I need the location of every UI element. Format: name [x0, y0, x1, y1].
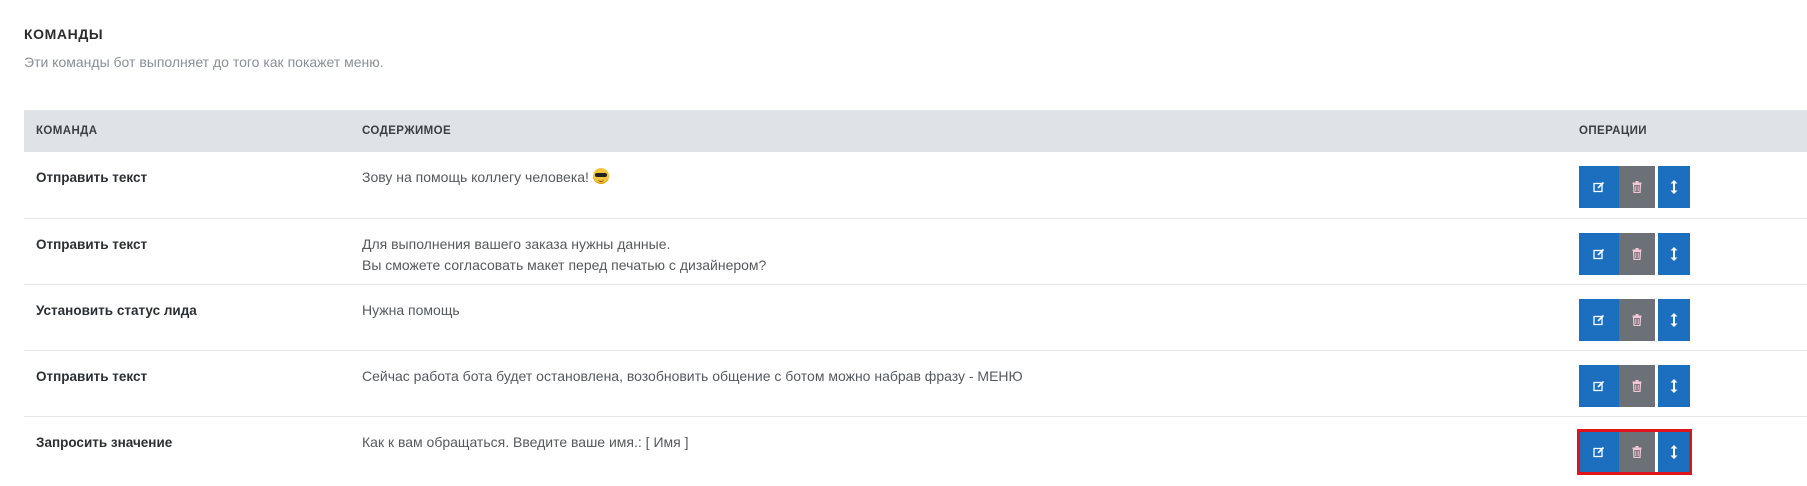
trash-icon — [1632, 445, 1642, 458]
arrows-vertical-icon — [1670, 444, 1678, 459]
content-text: Сейчас работа бота будет остановлена, во… — [362, 367, 1023, 384]
trash-icon — [1632, 247, 1642, 260]
move-handle-button[interactable] — [1658, 166, 1690, 208]
table-row: Установить статус лида Нужна помощь — [24, 284, 1807, 350]
edit-button[interactable] — [1579, 430, 1619, 473]
delete-button[interactable] — [1619, 298, 1655, 341]
operations-cell — [1567, 416, 1807, 482]
trash-icon — [1632, 379, 1642, 392]
command-name: Установить статус лида — [36, 302, 197, 318]
edit-button[interactable] — [1579, 166, 1619, 208]
operations-button-group — [1579, 166, 1690, 208]
table-row: Отправить текст Зову на помощь коллегу че… — [24, 152, 1807, 218]
table-row: Отправить текст Сейчас работа бота будет … — [24, 350, 1807, 416]
command-content: Как к вам обращаться. Введите ваше имя.:… — [350, 416, 1567, 482]
header-operations: ОПЕРАЦИИ — [1579, 125, 1647, 137]
operations-button-group — [1579, 232, 1690, 275]
command-name: Отправить текст — [36, 236, 148, 252]
delete-button[interactable] — [1619, 364, 1655, 407]
delete-button[interactable] — [1619, 232, 1655, 275]
move-handle-button[interactable] — [1658, 232, 1690, 275]
edit-button[interactable] — [1579, 364, 1619, 407]
content-line: Как к вам обращаться. Введите ваше имя.:… — [362, 432, 1555, 453]
operations-cell — [1567, 152, 1807, 218]
command-content: Сейчас работа бота будет остановлена, во… — [350, 350, 1567, 416]
edit-button[interactable] — [1579, 298, 1619, 341]
content-line: Для выполнения вашего заказа нужны данны… — [362, 234, 1555, 255]
command-name: Отправить текст — [36, 170, 148, 185]
operations-button-group — [1579, 364, 1690, 407]
move-handle-button[interactable] — [1658, 364, 1690, 407]
content-text: Зову на помощь коллегу человека! — [362, 169, 589, 185]
edit-button[interactable] — [1579, 232, 1619, 275]
content-text: Нужна помощь — [362, 301, 460, 318]
arrows-vertical-icon — [1670, 378, 1678, 393]
section-title: КОМАНДЫ — [24, 26, 104, 42]
table-header-row: КОМАНДА СОДЕРЖИМОЕ ОПЕРАЦИИ — [24, 110, 1807, 152]
operations-button-group — [1579, 298, 1690, 341]
operations-cell — [1567, 350, 1807, 416]
command-name: Запросить значение — [36, 434, 173, 450]
content-text: Вы сможете согласовать макет перед печат… — [362, 256, 767, 273]
delete-button[interactable] — [1619, 430, 1655, 473]
table-row: Запросить значение Как к вам обращаться. … — [24, 416, 1807, 482]
commands-section: КОМАНДЫ Эти команды бот выполняет до тог… — [0, 0, 1807, 482]
move-handle-button[interactable] — [1658, 430, 1690, 473]
command-content: Нужна помощь — [350, 284, 1567, 350]
operations-cell — [1567, 284, 1807, 350]
edit-icon — [1593, 380, 1605, 392]
section-subtitle: Эти команды бот выполняет до того как по… — [24, 54, 384, 70]
move-handle-button[interactable] — [1658, 298, 1690, 341]
edit-icon — [1593, 446, 1605, 458]
delete-button[interactable] — [1619, 166, 1655, 208]
content-text: Как к вам обращаться. Введите ваше имя.:… — [362, 433, 689, 450]
sunglasses-emoji-icon — [592, 168, 609, 184]
operations-button-group — [1577, 428, 1692, 475]
command-content: Для выполнения вашего заказа нужны данны… — [350, 218, 1567, 284]
command-name: Отправить текст — [36, 368, 148, 384]
header-command: КОМАНДА — [36, 125, 98, 137]
edit-icon — [1593, 314, 1605, 326]
edit-icon — [1593, 248, 1605, 260]
trash-icon — [1632, 313, 1642, 326]
commands-table: КОМАНДА СОДЕРЖИМОЕ ОПЕРАЦИИ Отправить те… — [24, 110, 1807, 482]
arrows-vertical-icon — [1670, 180, 1678, 194]
content-line: Нужна помощь — [362, 300, 1555, 321]
operations-cell — [1567, 218, 1807, 284]
arrows-vertical-icon — [1670, 312, 1678, 327]
edit-icon — [1593, 181, 1605, 193]
table-row: Отправить текст Для выполнения вашего зак… — [24, 218, 1807, 284]
arrows-vertical-icon — [1670, 246, 1678, 261]
command-content: Зову на помощь коллегу человека! — [350, 152, 1567, 218]
content-text: Для выполнения вашего заказа нужны данны… — [362, 235, 671, 252]
header-content: СОДЕРЖИМОЕ — [362, 125, 452, 137]
trash-icon — [1632, 181, 1642, 193]
content-line: Сейчас работа бота будет остановлена, во… — [362, 366, 1555, 387]
content-line: Вы сможете согласовать макет перед печат… — [362, 255, 1555, 276]
content-line: Зову на помощь коллегу человека! — [362, 167, 1555, 188]
